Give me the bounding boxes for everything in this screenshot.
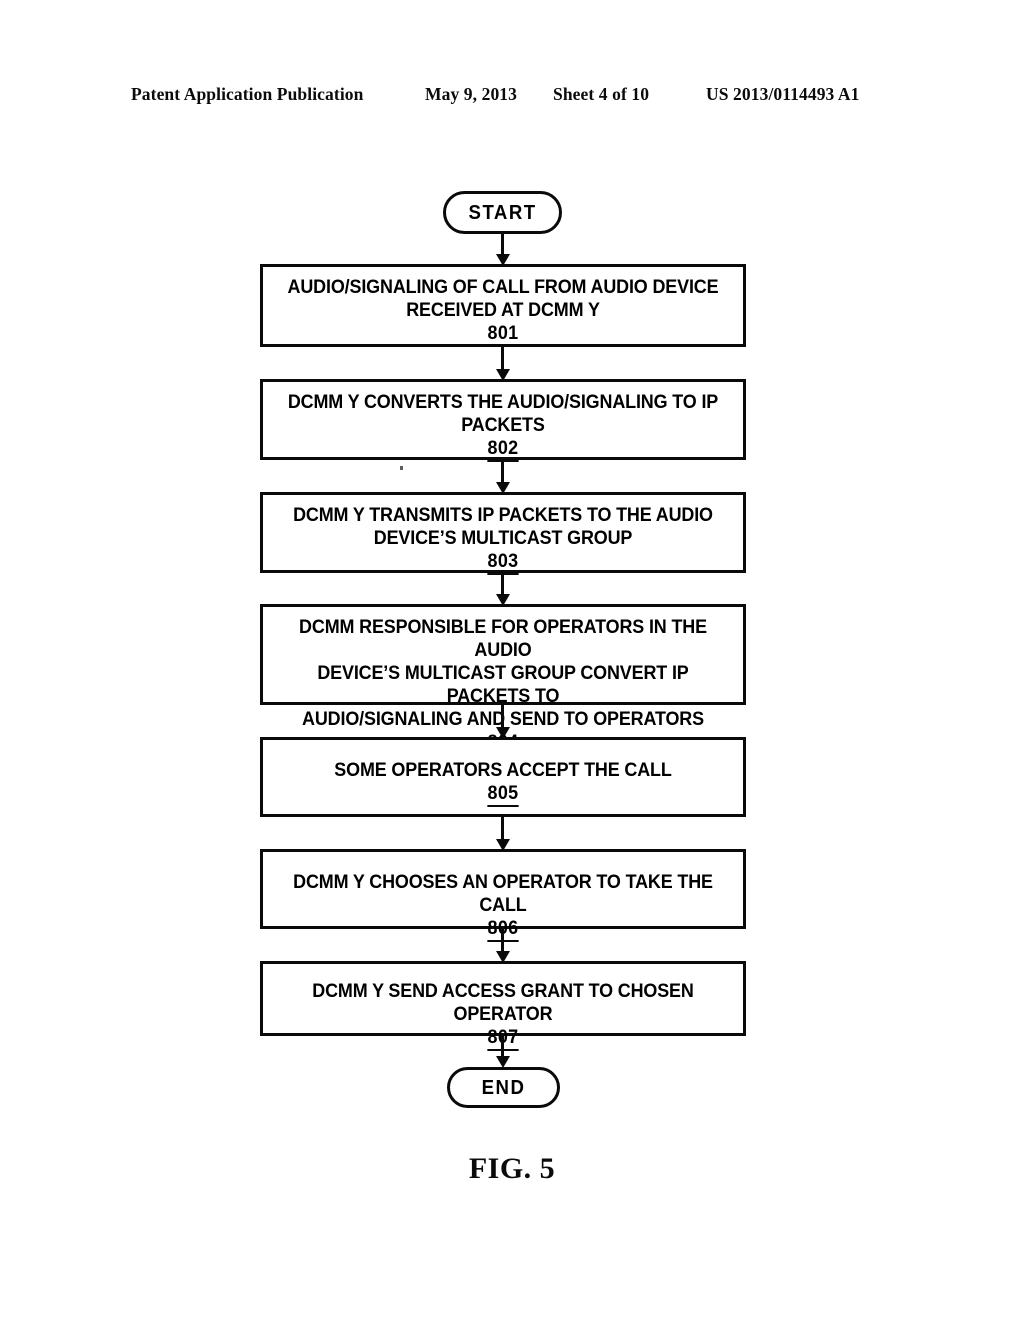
flowchart-step-802: DCMM Y CONVERTS THE AUDIO/SIGNALING TO I… xyxy=(260,379,746,462)
end-node-label: END xyxy=(481,1076,526,1099)
flowchart-step-801: AUDIO/SIGNALING OF CALL FROM AUDIO DEVIC… xyxy=(260,264,746,347)
step-807-text: DCMM Y SEND ACCESS GRANT TO CHOSEN OPERA… xyxy=(312,980,694,1025)
step-805-number: 805 xyxy=(282,782,724,807)
step-806-text: DCMM Y CHOOSES AN OPERATOR TO TAKE THE C… xyxy=(293,871,713,916)
step-802-number: 802 xyxy=(282,437,724,462)
flowchart-step-807: DCMM Y SEND ACCESS GRANT TO CHOSEN OPERA… xyxy=(260,961,746,1051)
scan-artifact-speck xyxy=(400,466,403,470)
flowchart-step-804: DCMM RESPONSIBLE FOR OPERATORS IN THE AU… xyxy=(260,604,746,756)
step-803-text: DCMM Y TRANSMITS IP PACKETS TO THE AUDIO… xyxy=(293,504,713,549)
flowchart-step-803: DCMM Y TRANSMITS IP PACKETS TO THE AUDIO… xyxy=(260,492,746,575)
start-node-label: START xyxy=(468,201,537,224)
flowchart-step-805: SOME OPERATORS ACCEPT THE CALL 805 xyxy=(260,737,746,817)
figure-caption: FIG. 5 xyxy=(468,1152,556,1185)
step-801-text: AUDIO/SIGNALING OF CALL FROM AUDIO DEVIC… xyxy=(287,276,719,321)
flowchart-end-node: END xyxy=(447,1067,560,1108)
step-805-text: SOME OPERATORS ACCEPT THE CALL xyxy=(334,759,672,781)
flowchart-start-node: START xyxy=(443,191,562,234)
step-801-number: 801 xyxy=(282,322,724,347)
step-802-text: DCMM Y CONVERTS THE AUDIO/SIGNALING TO I… xyxy=(287,391,719,436)
step-803-number: 803 xyxy=(282,550,724,575)
flowchart-step-806: DCMM Y CHOOSES AN OPERATOR TO TAKE THE C… xyxy=(260,849,746,942)
flowchart-diagram: START AUDIO/SIGNALING OF CALL FROM AUDIO… xyxy=(0,0,1024,1320)
